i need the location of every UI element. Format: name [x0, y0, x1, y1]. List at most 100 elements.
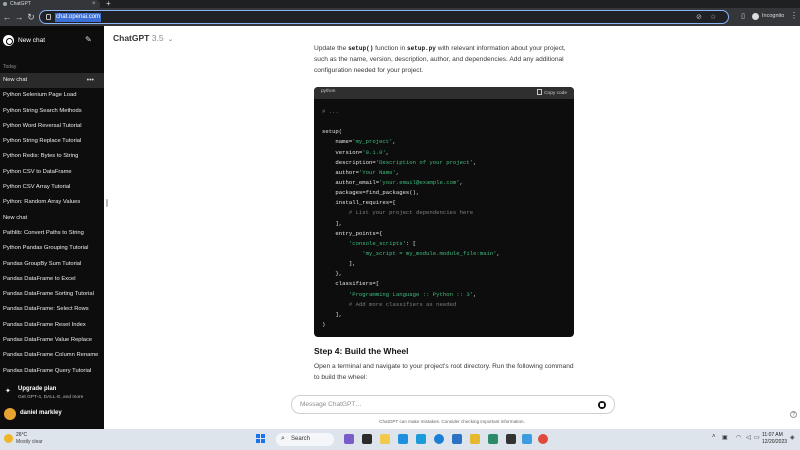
mail-icon[interactable] [416, 434, 426, 444]
sidebar-chat-item[interactable]: Pandas DataFrame Reset Index [0, 318, 104, 333]
model-version: 3.5 [151, 33, 164, 43]
code-line: 'Programming Language :: Python :: 3', [322, 290, 566, 300]
chrome-icon[interactable] [538, 434, 548, 444]
sidebar-chat-item[interactable]: Python CSV Array Tutorial [0, 180, 104, 195]
sidebar-chat-item[interactable]: Python Selenium Page Load [0, 88, 104, 103]
code-token: author_email= [322, 178, 380, 186]
sidebar-chat-item[interactable]: Python Pandas Grouping Tutorial [0, 241, 104, 256]
file-explorer-icon[interactable] [380, 434, 390, 444]
para1-text-pre: Update the [314, 45, 349, 52]
code-token: '0.1.0' [362, 148, 386, 156]
sidebar-chat-item[interactable]: Python String Replace Tutorial [0, 134, 104, 149]
code-token: author= [322, 168, 359, 176]
bookmark-star-icon[interactable]: ☆ [710, 13, 716, 22]
code-token: , [473, 290, 477, 298]
sidebar-chat-item[interactable]: Python Redis: Bytes to String [0, 149, 104, 164]
code-content: # ... setup( name='my_project', version='… [314, 99, 574, 330]
code-token: # ... [322, 108, 339, 115]
sidebar-chat-item[interactable]: Python CSV to DataFrame [0, 165, 104, 180]
clock-time[interactable]: 11:07 AM [762, 432, 783, 438]
new-tab-button[interactable]: + [106, 0, 111, 8]
user-menu[interactable]: daniel markley [0, 406, 104, 422]
sidebar-resize-handle[interactable] [106, 199, 108, 207]
sidebar-chat-label: Python CSV Array Tutorial [3, 184, 71, 191]
compose-icon[interactable]: ✎ [85, 35, 92, 44]
sidebar-chat-item[interactable]: New chat ••• [0, 73, 104, 89]
volume-icon[interactable]: ◁ [746, 434, 751, 441]
code-block: python Copy code # ... setup( name='my_pr… [314, 87, 574, 337]
code-line: entry_points={ [322, 229, 566, 239]
url-text[interactable]: chat.openai.com [55, 13, 102, 22]
incognito-label[interactable]: Incognito [762, 12, 784, 21]
back-icon[interactable]: ← [2, 12, 12, 22]
lock-icon [46, 14, 51, 20]
code-token: ) [322, 320, 326, 328]
inline-code-setup-func: setup() [348, 45, 374, 52]
task-view-icon[interactable] [362, 434, 372, 444]
close-tab-icon[interactable]: × [92, 0, 96, 8]
sidebar-chat-item[interactable]: Python String Search Methods [0, 104, 104, 119]
new-chat-button[interactable]: New chat ✎ [0, 30, 104, 52]
sidebar-chat-item[interactable]: Pandas DataFrame Column Rename [0, 348, 104, 363]
sidebar-chat-item[interactable]: Pandas GroupBy Sum Tutorial [0, 257, 104, 272]
vscode-icon[interactable] [488, 434, 498, 444]
code-token: 'your.email@example.com' [379, 178, 460, 186]
clock-date[interactable]: 12/20/2023 [762, 439, 787, 445]
more-options-icon[interactable]: ••• [87, 73, 94, 88]
help-icon[interactable]: ? [790, 411, 797, 418]
upgrade-plan-button[interactable]: ✦ Upgrade plan Get GPT-4, DALL·E, and mo… [0, 384, 104, 404]
browser-menu-icon[interactable]: ⋮ [790, 11, 798, 21]
browser-tab-title: ChatGPT [10, 1, 31, 7]
notification-icon[interactable]: ◈ [790, 434, 795, 441]
code-token: 'my_project' [352, 138, 393, 146]
code-token: version= [322, 148, 363, 156]
copilot-icon[interactable] [344, 434, 354, 444]
wifi-icon[interactable]: ◠ [736, 434, 741, 441]
sidebar-chat-item[interactable]: Pandas DataFrame Value Replace [0, 333, 104, 348]
sidepanel-icon[interactable]: ▯ [738, 12, 748, 22]
weather-icon[interactable] [4, 434, 13, 443]
code-token: , [395, 168, 400, 176]
code-block-header: python Copy code [314, 87, 574, 99]
step-heading: Step 4: Build the Wheel [314, 346, 409, 356]
tray-chevron-up-icon[interactable]: ˄ [712, 434, 716, 440]
code-line: 'console_scripts': [ [322, 239, 566, 249]
sidebar-chat-item[interactable]: Pandas DataFrame to Excel [0, 272, 104, 287]
code-token: , [459, 178, 464, 186]
photos-icon[interactable] [522, 434, 532, 444]
edge-icon[interactable] [434, 434, 444, 444]
sidebar-chat-label: Pandas DataFrame Value Replace [3, 337, 93, 344]
notes-icon[interactable] [470, 434, 480, 444]
sidebar-chat-item[interactable]: Python Word Reversal Tutorial [0, 119, 104, 134]
code-line: packages=find_packages(), [322, 188, 566, 198]
code-token: , [496, 249, 500, 257]
weather-temperature[interactable]: 26°C [16, 432, 27, 438]
code-token: ], [322, 310, 343, 318]
reload-icon[interactable]: ↻ [26, 12, 36, 22]
copy-code-button[interactable]: Copy code [537, 89, 567, 96]
battery-icon[interactable]: ▭ [754, 434, 760, 441]
tray-app-icon[interactable]: ▣ [722, 434, 728, 441]
model-selector[interactable]: ChatGPT 3.5 ⌄ [113, 33, 173, 43]
forward-icon[interactable]: → [14, 12, 24, 22]
sidebar-chat-item[interactable]: Pathlib: Convert Paths to String [0, 226, 104, 241]
message-input[interactable]: Message ChatGPT… [291, 395, 615, 414]
send-icon[interactable] [598, 401, 606, 409]
terminal-icon[interactable] [506, 434, 516, 444]
incognito-eye-icon[interactable]: ⊘ [696, 13, 702, 22]
code-token: name= [322, 138, 353, 146]
taskbar-search[interactable]: ⌕ Search [276, 433, 334, 446]
sidebar-chat-item[interactable]: Pandas DataFrame Query Tutorial [0, 364, 104, 379]
sidebar-chat-item[interactable]: Python: Random Array Values [0, 195, 104, 210]
windows-start-icon[interactable] [256, 434, 266, 444]
word-icon[interactable] [452, 434, 462, 444]
sidebar-chat-item[interactable]: Pandas DataFrame: Select Rows [0, 302, 104, 317]
browser-tab[interactable]: ChatGPT × [0, 0, 100, 8]
browser-tab-strip: ChatGPT × + [0, 0, 800, 8]
sidebar-chat-item[interactable]: Pandas DataFrame Sorting Tutorial [0, 287, 104, 302]
store-icon[interactable] [398, 434, 408, 444]
code-token: : [ [405, 239, 417, 247]
weather-description[interactable]: Mostly clear [16, 439, 43, 445]
sidebar-chat-item[interactable]: New chat [0, 211, 104, 226]
address-bar[interactable]: chat.openai.com ⊘ ☆ [39, 10, 729, 24]
